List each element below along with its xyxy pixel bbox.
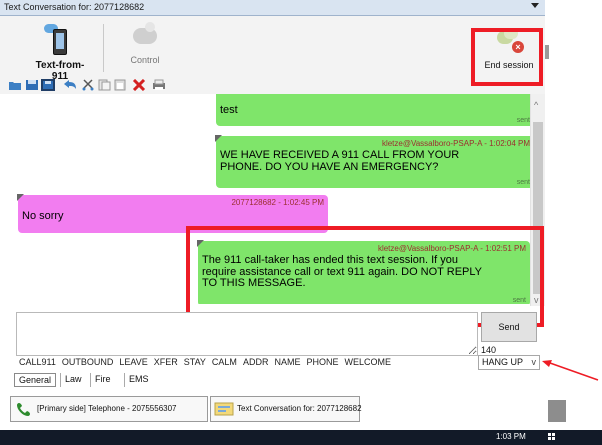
tab-ems[interactable]: EMS	[124, 373, 153, 387]
shortcut-outbound[interactable]: OUTBOUND	[62, 357, 114, 367]
text-conversation-task-button[interactable]: Text Conversation for: 2077128682	[210, 396, 362, 422]
toolbar: Text-from-911 Control × End session	[0, 16, 545, 94]
annotation-arrow-icon	[542, 360, 599, 381]
message-sender: kletze@Vassalboro-PSAP-A - 1:02:04 PM	[381, 139, 530, 148]
shortcut-leave[interactable]: LEAVE	[119, 357, 147, 367]
phone-handset-icon	[17, 403, 30, 416]
save-icon[interactable]	[25, 79, 39, 91]
end-session-highlight-box	[471, 28, 543, 86]
message-fold-icon	[17, 194, 24, 201]
message-status: sent	[516, 117, 530, 124]
message-status: sent	[516, 179, 530, 186]
shortcut-stay[interactable]: STAY	[184, 357, 206, 367]
print-icon[interactable]	[152, 79, 166, 91]
quick-message-bar: CALL911 OUTBOUND LEAVE XFER STAY CALM ADDR NAME…	[19, 357, 474, 369]
shortcut-phone[interactable]: PHONE	[306, 357, 338, 367]
hangup-selected-value: HANG UP	[482, 357, 524, 367]
shortcut-calm[interactable]: CALM	[212, 357, 237, 367]
scroll-up-icon[interactable]: ^	[534, 100, 538, 110]
compose-input[interactable]	[16, 312, 478, 356]
message-sender: 2077128682 - 1:02:45 PM	[231, 198, 324, 207]
shortcut-addr[interactable]: ADDR	[243, 357, 269, 367]
text-from-911-button[interactable]: Text-from-911	[30, 24, 90, 82]
mobile-phone-icon	[44, 24, 71, 56]
shortcut-call911[interactable]: CALL911	[19, 357, 56, 367]
shortcut-welcome[interactable]: WELCOME	[344, 357, 391, 367]
chevron-down-icon: v	[531, 357, 537, 367]
tab-law[interactable]: Law	[60, 373, 86, 387]
character-count: 140	[481, 345, 497, 355]
telephone-task-label: [Primary side] Telephone - 2075556307	[37, 404, 177, 413]
shortcut-name[interactable]: NAME	[274, 357, 300, 367]
text-conversation-task-label: Text Conversation for: 2077128682	[237, 404, 362, 413]
hangup-dropdown[interactable]: HANG UP v	[478, 355, 540, 370]
cut-icon[interactable]	[81, 79, 95, 91]
message-text: No sorry	[22, 210, 64, 222]
tab-fire[interactable]: Fire	[90, 373, 115, 387]
undo-icon[interactable]	[63, 79, 77, 91]
system-clock: 1:03 PM	[496, 432, 526, 441]
open-folder-icon[interactable]	[8, 79, 22, 91]
app-window: Text Conversation for: 2077128682 Text-f…	[0, 0, 602, 445]
title-menu-arrow-icon[interactable]	[531, 3, 539, 8]
tab-general[interactable]: General	[14, 373, 57, 387]
chat-window-icon	[214, 402, 234, 416]
paste-icon[interactable]	[113, 79, 127, 91]
control-chat-icon	[133, 28, 157, 44]
delete-icon[interactable]	[132, 79, 146, 91]
toolbar-separator	[103, 24, 104, 72]
copy-icon[interactable]	[97, 79, 111, 91]
message-bubble: kletze@Vassalboro-PSAP-A - 1:02:04 PM WE…	[215, 135, 531, 188]
outer-panel-edge	[548, 400, 566, 422]
shortcut-xfer[interactable]: XFER	[154, 357, 178, 367]
save-all-icon[interactable]	[41, 79, 55, 91]
telephone-task-button[interactable]: [Primary side] Telephone - 2075556307	[10, 396, 208, 422]
message-text: WE HAVE RECEIVED A 911 CALL FROM YOUR PH…	[220, 149, 460, 173]
control-button[interactable]: Control	[125, 28, 165, 65]
windows-start-icon[interactable]	[548, 433, 556, 441]
send-button[interactable]: Send	[481, 312, 537, 342]
message-bubble: test sent	[216, 94, 531, 126]
control-label: Control	[130, 55, 160, 65]
window-title: Text Conversation for: 2077128682	[4, 2, 145, 12]
message-text: test	[220, 104, 238, 116]
message-fold-icon	[215, 135, 222, 142]
window-title-bar: Text Conversation for: 2077128682	[0, 0, 545, 16]
